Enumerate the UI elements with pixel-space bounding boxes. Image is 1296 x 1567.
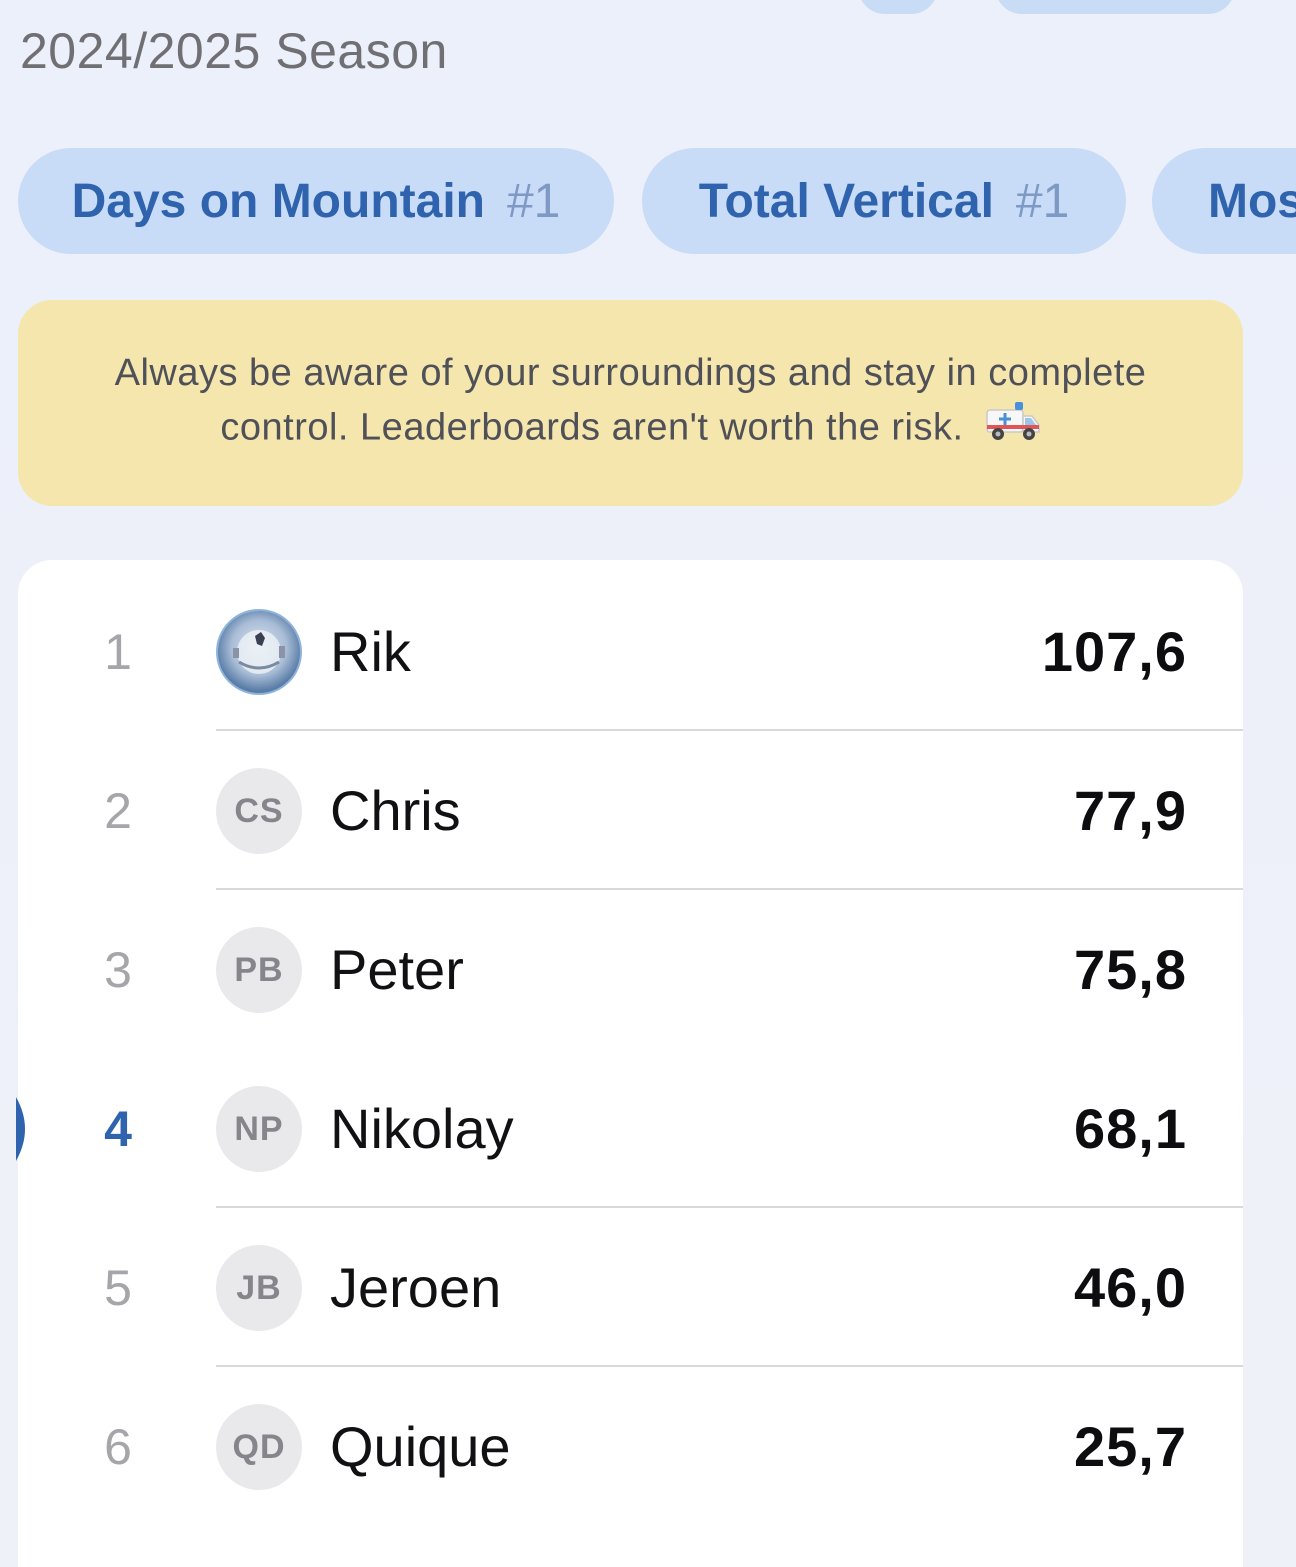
- avatar-initials: QD: [216, 1404, 302, 1490]
- category-pill-label: Days on Mountain: [71, 174, 485, 228]
- player-score: 46,0: [1074, 1256, 1187, 1319]
- rank-number: 2: [104, 782, 132, 839]
- player-score: 77,9: [1074, 779, 1187, 842]
- player-name: Jeroen: [330, 1256, 502, 1319]
- rank-number: 6: [104, 1418, 132, 1475]
- rank-number: 4: [104, 1100, 132, 1157]
- leaderboard-row[interactable]: 3 PB Peter 75,8: [18, 890, 1243, 1049]
- avatar-initials: JB: [216, 1245, 302, 1331]
- category-pill-label: Total Vertical: [698, 174, 994, 228]
- category-pill-partial[interactable]: Mos: [1152, 148, 1296, 254]
- leaderboard-screen: 2024/2025 Season Days on Mountain #1 Tot…: [0, 0, 1296, 1567]
- player-name: Nikolay: [330, 1097, 514, 1160]
- player-score: 25,7: [1074, 1415, 1187, 1478]
- leaderboard-row[interactable]: 1 Rik 107,6: [18, 572, 1243, 731]
- rank-number: 3: [104, 941, 132, 998]
- category-pill-rank: #1: [1015, 174, 1070, 228]
- leaderboard-row[interactable]: 2 CS Chris 77,9: [18, 731, 1243, 890]
- player-name: Quique: [330, 1415, 511, 1478]
- category-pills: Days on Mountain #1 Total Vertical #1 Mo…: [18, 148, 1296, 254]
- player-score: 68,1: [1074, 1097, 1187, 1160]
- player-score: 107,6: [1041, 620, 1187, 683]
- season-label: 2024/2025 Season: [20, 23, 448, 79]
- top-partial-button[interactable]: [858, 0, 938, 14]
- avatar-initials: NP: [216, 1086, 302, 1172]
- category-pill-rank: #1: [506, 174, 561, 228]
- player-name: Rik: [330, 620, 411, 683]
- rank-number: 5: [104, 1259, 132, 1316]
- leaderboard-list: 1 Rik 107,6 2 CS Chris 77,9 3 PB Peter 7…: [16, 560, 1243, 1567]
- ambulance-icon: [985, 400, 1041, 459]
- player-name: Peter: [330, 938, 464, 1001]
- avatar-photo: [216, 609, 302, 695]
- safety-banner: Always be aware of your surroundings and…: [18, 300, 1243, 506]
- safety-banner-text: Always be aware of your surroundings and…: [68, 347, 1193, 459]
- leaderboard-row-current-user[interactable]: 4 NP Nikolay 68,1: [16, 1049, 1243, 1208]
- category-pill-total-vertical[interactable]: Total Vertical #1: [642, 148, 1126, 254]
- avatar-initials: CS: [216, 768, 302, 854]
- leaderboard-row[interactable]: 6 QD Quique 25,7: [18, 1367, 1243, 1526]
- category-pill-label: Mos: [1208, 174, 1296, 228]
- category-pill-days-on-mountain[interactable]: Days on Mountain #1: [18, 148, 614, 254]
- top-partial-button[interactable]: [995, 0, 1235, 14]
- leaderboard-row[interactable]: 5 JB Jeroen 46,0: [18, 1208, 1243, 1367]
- player-name: Chris: [330, 779, 461, 842]
- current-user-marker-icon: [16, 1097, 25, 1161]
- rank-number: 1: [104, 623, 132, 680]
- player-score: 75,8: [1074, 938, 1187, 1001]
- avatar-initials: PB: [216, 927, 302, 1013]
